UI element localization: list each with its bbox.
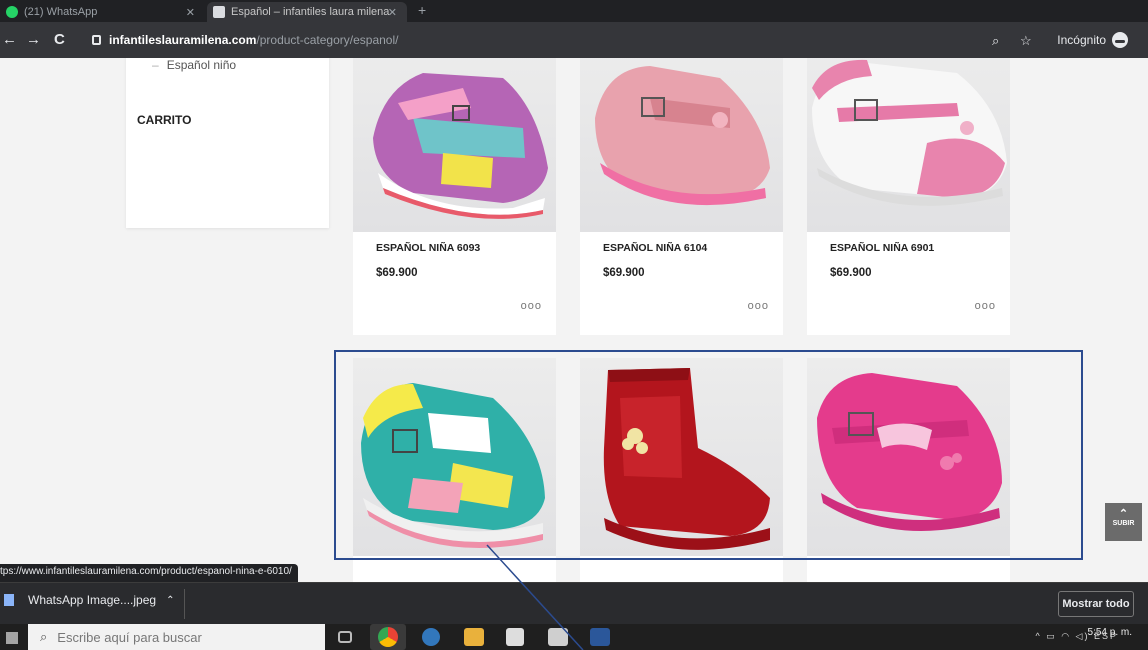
taskbar-chrome-slot[interactable] bbox=[370, 624, 406, 650]
cart-title: CARRITO bbox=[137, 113, 192, 127]
product-card[interactable]: ESPAÑOL NIÑA 6093 $69.900 ooo bbox=[353, 58, 556, 335]
url-field[interactable]: infantileslauramilena.com /product-categ… bbox=[92, 33, 398, 47]
taskbar-search-input[interactable]: ⌕ Escribe aquí para buscar bbox=[28, 624, 325, 650]
scroll-top-label: SUBIR bbox=[1112, 520, 1135, 527]
scroll-top-button[interactable]: ⌃ SUBIR bbox=[1105, 503, 1142, 541]
download-bar: WhatsApp Image....jpeg ⌃ Mostrar todo bbox=[0, 582, 1148, 624]
clock-time: 5:54 p. m. bbox=[1087, 627, 1132, 638]
clock[interactable]: 5:54 p. m. bbox=[1088, 627, 1132, 639]
product-price: $69.900 bbox=[830, 267, 872, 279]
address-bar: ← → C infantileslauramilena.com /product… bbox=[0, 22, 1148, 58]
star-icon[interactable]: ☆ bbox=[1020, 33, 1032, 49]
zoom-icon[interactable]: ⌕ bbox=[992, 33, 999, 49]
product-image[interactable] bbox=[807, 358, 1010, 556]
whatsapp-icon bbox=[6, 6, 18, 18]
divider bbox=[184, 589, 185, 619]
product-image[interactable] bbox=[580, 58, 783, 232]
mail-icon[interactable] bbox=[548, 628, 568, 646]
download-filename: WhatsApp Image....jpeg bbox=[28, 593, 157, 607]
browser-tab-strip: (21) WhatsApp ✕ Español – infantiles lau… bbox=[0, 0, 1148, 22]
product-image[interactable] bbox=[580, 358, 783, 556]
product-card[interactable] bbox=[807, 358, 1010, 582]
product-name[interactable]: ESPAÑOL NIÑA 6104 bbox=[603, 242, 707, 254]
task-view-icon[interactable] bbox=[338, 631, 352, 643]
chevron-up-icon: ⌃ bbox=[1118, 508, 1129, 520]
incognito-indicator[interactable]: Incógnito bbox=[1057, 32, 1128, 48]
close-icon[interactable]: ✕ bbox=[388, 6, 397, 19]
shoe-image-white-pink bbox=[812, 59, 1007, 206]
status-url: tps://www.infantileslauramilena.com/prod… bbox=[0, 564, 298, 582]
sidebar: – Español niño CARRITO bbox=[126, 58, 329, 228]
more-options-icon[interactable]: ooo bbox=[975, 300, 996, 312]
boot-image-red bbox=[603, 368, 770, 550]
download-item[interactable]: WhatsApp Image....jpeg ⌃ bbox=[4, 593, 174, 607]
shoe-image-purple bbox=[373, 73, 548, 219]
file-icon bbox=[4, 594, 14, 606]
dash-icon: – bbox=[152, 58, 159, 72]
product-name[interactable]: ESPAÑOL NIÑA 6093 bbox=[376, 242, 480, 254]
reload-icon[interactable]: C bbox=[54, 31, 65, 48]
url-path: /product-category/espanol/ bbox=[256, 33, 399, 47]
product-price: $69.900 bbox=[603, 267, 645, 279]
tab-whatsapp[interactable]: (21) WhatsApp ✕ bbox=[0, 2, 205, 22]
tab-label: (21) WhatsApp bbox=[24, 6, 98, 18]
product-image[interactable] bbox=[807, 58, 1010, 232]
shoe-image-pink bbox=[595, 66, 770, 206]
product-name[interactable]: ESPAÑOL NIÑA 6901 bbox=[830, 242, 934, 254]
tab-espanol[interactable]: Español – infantiles laura milena ✕ bbox=[207, 2, 407, 22]
page-content: – Español niño CARRITO ESPAÑOL NIÑA 6093 … bbox=[0, 58, 1148, 582]
new-tab-button[interactable]: + bbox=[418, 2, 426, 18]
product-card[interactable] bbox=[580, 358, 783, 582]
incognito-icon bbox=[1112, 32, 1128, 48]
forward-icon[interactable]: → bbox=[26, 31, 41, 48]
site-favicon-icon bbox=[213, 6, 225, 18]
tab-label: Español – infantiles laura milena bbox=[231, 6, 390, 18]
product-price: $69.900 bbox=[376, 267, 418, 279]
sidebar-item-espanol-nino[interactable]: – Español niño bbox=[152, 58, 236, 72]
store-icon[interactable] bbox=[506, 628, 524, 646]
more-options-icon[interactable]: ooo bbox=[521, 300, 542, 312]
sidebar-item-label: Español niño bbox=[166, 58, 237, 72]
shoe-image-teal bbox=[361, 383, 545, 548]
word-icon[interactable] bbox=[590, 628, 610, 646]
folder-icon[interactable] bbox=[464, 628, 484, 646]
shoe-image-fuchsia bbox=[817, 373, 1002, 531]
os-taskbar: ⌕ Escribe aquí para buscar ^ ▭ ◠ ◁) ESP … bbox=[0, 624, 1148, 650]
close-icon[interactable]: ✕ bbox=[186, 6, 195, 19]
back-icon[interactable]: ← bbox=[2, 31, 17, 48]
lock-icon bbox=[92, 35, 101, 45]
more-options-icon[interactable]: ooo bbox=[748, 300, 769, 312]
incognito-label: Incógnito bbox=[1057, 33, 1106, 47]
product-image[interactable] bbox=[353, 358, 556, 556]
chevron-up-icon[interactable]: ⌃ bbox=[166, 595, 174, 606]
url-host: infantileslauramilena.com bbox=[109, 33, 257, 47]
product-image[interactable] bbox=[353, 58, 556, 232]
tray-icons: ^ ▭ ◠ ◁) bbox=[1035, 631, 1090, 641]
search-icon: ⌕ bbox=[40, 629, 48, 644]
product-card[interactable]: ESPAÑOL NIÑA 6901 $69.900 ooo bbox=[807, 58, 1010, 335]
search-placeholder: Escribe aquí para buscar bbox=[57, 629, 202, 645]
product-card[interactable] bbox=[353, 358, 556, 582]
product-card[interactable]: ESPAÑOL NIÑA 6104 $69.900 ooo bbox=[580, 58, 783, 335]
windows-start-icon[interactable] bbox=[6, 632, 18, 644]
edge-icon[interactable] bbox=[422, 628, 440, 646]
show-all-button[interactable]: Mostrar todo bbox=[1058, 591, 1134, 617]
chrome-icon bbox=[378, 627, 398, 647]
